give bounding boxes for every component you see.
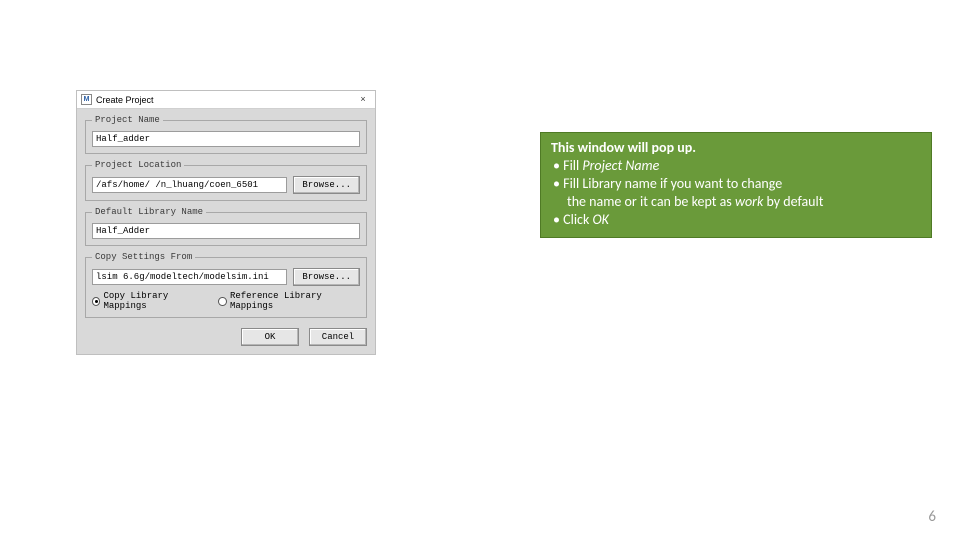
cancel-button[interactable]: Cancel (309, 328, 367, 346)
ok-button[interactable]: OK (241, 328, 299, 346)
callout-b2-b: by default (763, 193, 823, 210)
radio-ref-label: Reference Library Mappings (230, 291, 360, 311)
group-project-name-legend: Project Name (92, 115, 163, 125)
group-project-location-legend: Project Location (92, 160, 184, 170)
page-number: 6 (928, 508, 936, 526)
group-copy-settings-legend: Copy Settings From (92, 252, 195, 262)
radio-dot-icon (218, 297, 226, 306)
group-project-location: Project Location /afs/home/ /n_lhuang/co… (85, 160, 367, 201)
project-location-input[interactable]: /afs/home/ /n_lhuang/coen_6501 (92, 177, 287, 193)
radio-copy-label: Copy Library Mappings (103, 291, 208, 311)
callout-bullet-2-cont: the name or it can be kept as work by de… (551, 193, 921, 211)
callout-b3-em: OK (592, 211, 608, 228)
radio-dot-icon (92, 297, 100, 306)
callout-b2-em: work (735, 193, 763, 210)
callout-bullet-1: Fill Project Name (551, 157, 921, 175)
create-project-dialog: M Create Project × Project Name Half_add… (76, 90, 376, 355)
dialog-body: Project Name Half_adder Project Location… (77, 109, 375, 354)
dialog-title: Create Project (96, 95, 154, 105)
close-icon[interactable]: × (355, 92, 371, 106)
group-default-library-legend: Default Library Name (92, 207, 206, 217)
radio-copy-mappings[interactable]: Copy Library Mappings (92, 291, 208, 311)
app-icon: M (81, 94, 92, 105)
group-default-library: Default Library Name Half_Adder (85, 207, 367, 246)
dialog-titlebar: M Create Project × (77, 91, 375, 109)
group-copy-settings: Copy Settings From lsim 6.6g/modeltech/m… (85, 252, 367, 318)
callout-b1-prefix: Fill (563, 157, 582, 174)
dialog-button-row: OK Cancel (85, 324, 367, 346)
default-library-input[interactable]: Half_Adder (92, 223, 360, 239)
project-name-input[interactable]: Half_adder (92, 131, 360, 147)
callout-bullet-3: Click OK (551, 211, 921, 229)
radio-reference-mappings[interactable]: Reference Library Mappings (218, 291, 360, 311)
callout-b2-a: the name or it can be kept as (567, 193, 735, 210)
group-project-name: Project Name Half_adder (85, 115, 367, 154)
callout-b1-em: Project Name (582, 157, 659, 174)
browse-settings-button[interactable]: Browse... (293, 268, 360, 286)
browse-location-button[interactable]: Browse... (293, 176, 360, 194)
callout-heading: This window will pop up. (551, 139, 921, 157)
instruction-callout: This window will pop up. Fill Project Na… (540, 132, 932, 238)
copy-settings-path-input[interactable]: lsim 6.6g/modeltech/modelsim.ini (92, 269, 287, 285)
callout-bullet-2: Fill Library name if you want to change (551, 175, 921, 193)
callout-b3-prefix: Click (563, 211, 592, 228)
